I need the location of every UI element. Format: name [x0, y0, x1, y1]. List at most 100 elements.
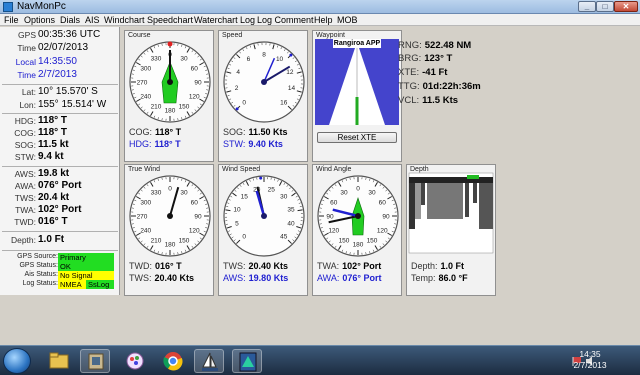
navigation-app-icon[interactable] — [232, 349, 262, 373]
ais-status-badge: No Signal — [58, 271, 114, 280]
menu-log-comment[interactable]: Log Comment — [257, 15, 314, 25]
taskbar-clock[interactable]: 14:35 2/7/2013 — [560, 349, 620, 371]
latitude-row: Lat: 10° 15.570' S — [0, 86, 120, 99]
cog-readout-label: COG: — [129, 127, 153, 137]
clock-date: 2/7/2013 — [573, 360, 607, 370]
minimize-button[interactable]: _ — [578, 1, 596, 12]
stw-readout-value: 9.40 Kts — [248, 139, 283, 149]
local-time-row: Local 14:35:50 — [0, 56, 120, 69]
menu-options[interactable]: Options — [24, 15, 55, 25]
dial-tick-label: 25 — [268, 186, 276, 193]
dial-tick-label: 150 — [179, 238, 190, 245]
dial-tick-label: 180 — [165, 242, 176, 249]
local-date-row: Time 2/7/2013 — [0, 69, 120, 82]
menu-file[interactable]: File — [4, 15, 19, 25]
menu-log[interactable]: Log — [240, 15, 255, 25]
depth-row: Depth: 1.0 Ft — [0, 234, 120, 247]
rng-readout: RNG: 522.48 NM — [398, 40, 471, 51]
gps-source-badge: Primary — [58, 253, 114, 262]
waypoint-highway — [315, 39, 399, 125]
dial-tick-label: 30 — [180, 189, 188, 196]
menu-windchart[interactable]: Windchart — [104, 15, 145, 25]
dial-tick-label: 30 — [368, 189, 376, 196]
local-time-label: Local — [15, 57, 36, 67]
wind-angle-dial: 0306090120150180150120906030 — [317, 175, 399, 257]
title-bar: NavMonPc _ □ ✕ — [0, 0, 640, 14]
depth-readout: Depth: 1.0 Ft — [411, 261, 464, 272]
paint-icon[interactable] — [120, 349, 150, 373]
chrome-icon[interactable] — [158, 349, 188, 373]
sailboat-app-icon[interactable] — [194, 349, 224, 373]
aws-readout: AWS: 19.80 Kts — [223, 273, 288, 284]
reset-xte-button[interactable]: Reset XTE — [317, 132, 397, 143]
max-marker — [289, 53, 293, 57]
dial-tick-label: 60 — [330, 200, 338, 207]
dial-tick-label: 90 — [194, 80, 202, 87]
ttg-readout: TTG: 01d:22h:36m — [398, 81, 481, 92]
sog-value: 11.5 kt — [38, 139, 69, 150]
aws-value: 19.8 kt — [38, 168, 70, 179]
dial-tick-label: 120 — [189, 228, 200, 235]
log-status-row: Log Status: NMEA SsLog — [0, 280, 120, 289]
dial-tick-label: 0 — [242, 233, 246, 240]
divider — [2, 84, 118, 85]
ttg-label: TTG: — [398, 81, 420, 92]
ttg-value: 01d:22h:36m — [422, 81, 481, 92]
max-marker — [259, 176, 263, 180]
twa-readout: TWA: 102° Port — [317, 261, 381, 272]
wind-speed-dial-panel: Wind Speed 0 5 10 15 20 25 30 35 40 45 TWS: 20.40 … — [218, 164, 308, 296]
menu-ais[interactable]: AIS — [85, 15, 100, 25]
gps-status-row: GPS Status: OK — [0, 262, 120, 271]
start-button[interactable] — [3, 348, 31, 374]
awa-readout-label: AWA: — [317, 273, 340, 283]
dial-tick-label: 120 — [377, 228, 388, 235]
divider — [2, 113, 118, 114]
sog-readout-label: SOG: — [223, 127, 246, 137]
menu-speedchart[interactable]: Speedchart — [147, 15, 193, 25]
gps-status-label: GPS Status: — [19, 262, 58, 269]
menu-waterchart[interactable]: Waterchart — [194, 15, 238, 25]
twa-readout-value: 102° Port — [342, 261, 382, 271]
waypoint-panel: Waypoint Rangiroa APP Reset XTE — [312, 30, 402, 162]
log-status-label: Log Status: — [22, 280, 58, 287]
dial-tick-label: 150 — [367, 238, 378, 245]
temp-readout: Temp: 86.0 °F — [411, 273, 468, 284]
hdg-readout-value: 118° T — [154, 139, 181, 149]
true-wind-dial-panel: True Wind 0 30 60 90 120 150 180 210 240 270 300 33… — [124, 164, 214, 296]
utc-date-label: Time — [17, 43, 36, 53]
speed-dial-panel: Speed 0 2 4 6 8 10 12 14 16 SOG: 11.50 Kts STW: 9.… — [218, 30, 308, 162]
hdg-readout: HDG: 118° T — [129, 139, 181, 150]
dial-tick-label: 40 — [287, 221, 295, 228]
maximize-button[interactable]: □ — [596, 1, 614, 12]
temp-readout-label: Temp: — [411, 273, 436, 283]
local-date-label: Time — [17, 70, 36, 80]
needle-hub — [355, 213, 361, 219]
dial-tick-label: 300 — [140, 66, 151, 73]
dial-tick-label: 16 — [280, 99, 288, 106]
ws-tws-label: TWS: — [223, 261, 246, 271]
menu-dials[interactable]: Dials — [60, 15, 80, 25]
close-button[interactable]: ✕ — [614, 1, 638, 12]
explorer-icon[interactable] — [44, 349, 74, 373]
dial-tick-label: 210 — [151, 104, 162, 111]
dial-tick-label: 180 — [165, 108, 176, 115]
tws-label: TWS: — [14, 193, 36, 203]
dial-tick-label: 150 — [339, 238, 350, 245]
dial-tick-label: 10 — [233, 206, 241, 213]
dial-tick-label: 330 — [151, 189, 162, 196]
dial-tick-label: 60 — [379, 200, 387, 207]
waypoint-name: Rangiroa APP — [333, 40, 381, 47]
log-status-badge: NMEA — [58, 280, 86, 289]
dial-tick-label: 150 — [179, 104, 190, 111]
dial-tick-label: 210 — [151, 238, 162, 245]
menu-help[interactable]: Help — [314, 15, 333, 25]
gps-time-value: 00:35:36 UTC — [38, 29, 101, 40]
dial-tick-label: 12 — [286, 69, 294, 76]
dial-tick-label: 0 — [168, 186, 172, 193]
navmonpc-taskbar-icon[interactable] — [80, 349, 110, 373]
menu-mob[interactable]: MOB — [337, 15, 358, 25]
temp-readout-value: 86.0 °F — [438, 273, 468, 283]
dial-tick-label: 240 — [140, 94, 151, 101]
tws-value: 20.4 kt — [38, 192, 70, 203]
gps-source-label: GPS Source: — [17, 253, 58, 260]
